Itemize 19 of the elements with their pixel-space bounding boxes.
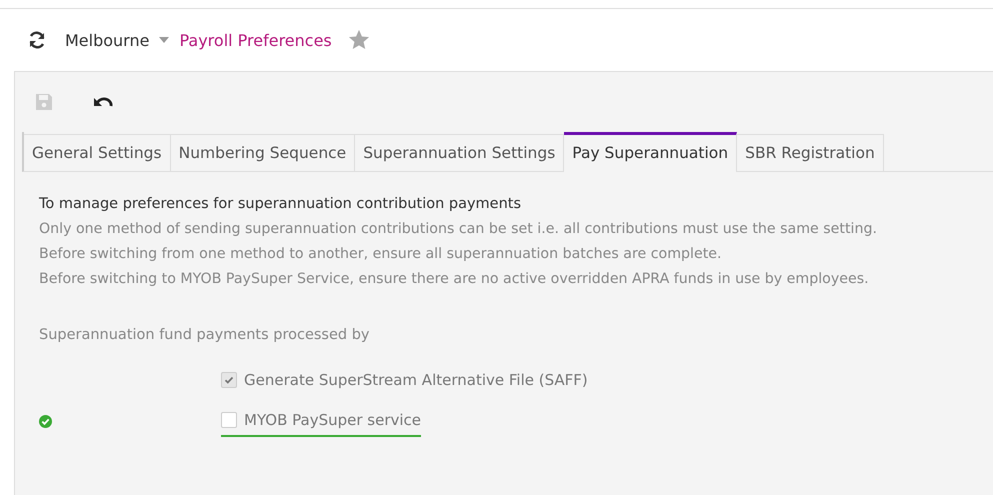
field-label: Superannuation fund payments processed by	[39, 327, 370, 343]
refresh-icon[interactable]	[27, 30, 47, 50]
undo-icon[interactable]	[93, 95, 113, 109]
company-name[interactable]: Melbourne	[65, 30, 150, 50]
caret-icon[interactable]	[159, 37, 170, 43]
checkbox-option[interactable]: MYOB PaySuper service	[221, 405, 422, 437]
tab[interactable]: Superannuation Settings	[355, 134, 564, 171]
tab[interactable]: Numbering Sequence	[170, 134, 356, 171]
info-text: Only one method of sending superannuation contributions can be set i.e. all contributions must use the same setting.	[39, 221, 878, 237]
checkbox[interactable]	[221, 412, 237, 428]
star-icon[interactable]	[348, 29, 370, 51]
tab[interactable]: General Settings	[24, 134, 171, 171]
page-title: Payroll Preferences	[179, 30, 332, 50]
check-icon	[224, 375, 234, 385]
section-heading: To manage preferences for superannuation contribution payments	[39, 196, 522, 212]
tab[interactable]: SBR Registration	[737, 134, 884, 171]
info-text: Before switching to MYOB PaySuper Service, ensure there are no active overridden APRA funds in use by employees.	[39, 271, 870, 287]
tab[interactable]: Pay Superannuation	[564, 132, 738, 172]
info-text: Before switching from one method to another, ensure all superannuation batches are complete.	[39, 246, 722, 262]
